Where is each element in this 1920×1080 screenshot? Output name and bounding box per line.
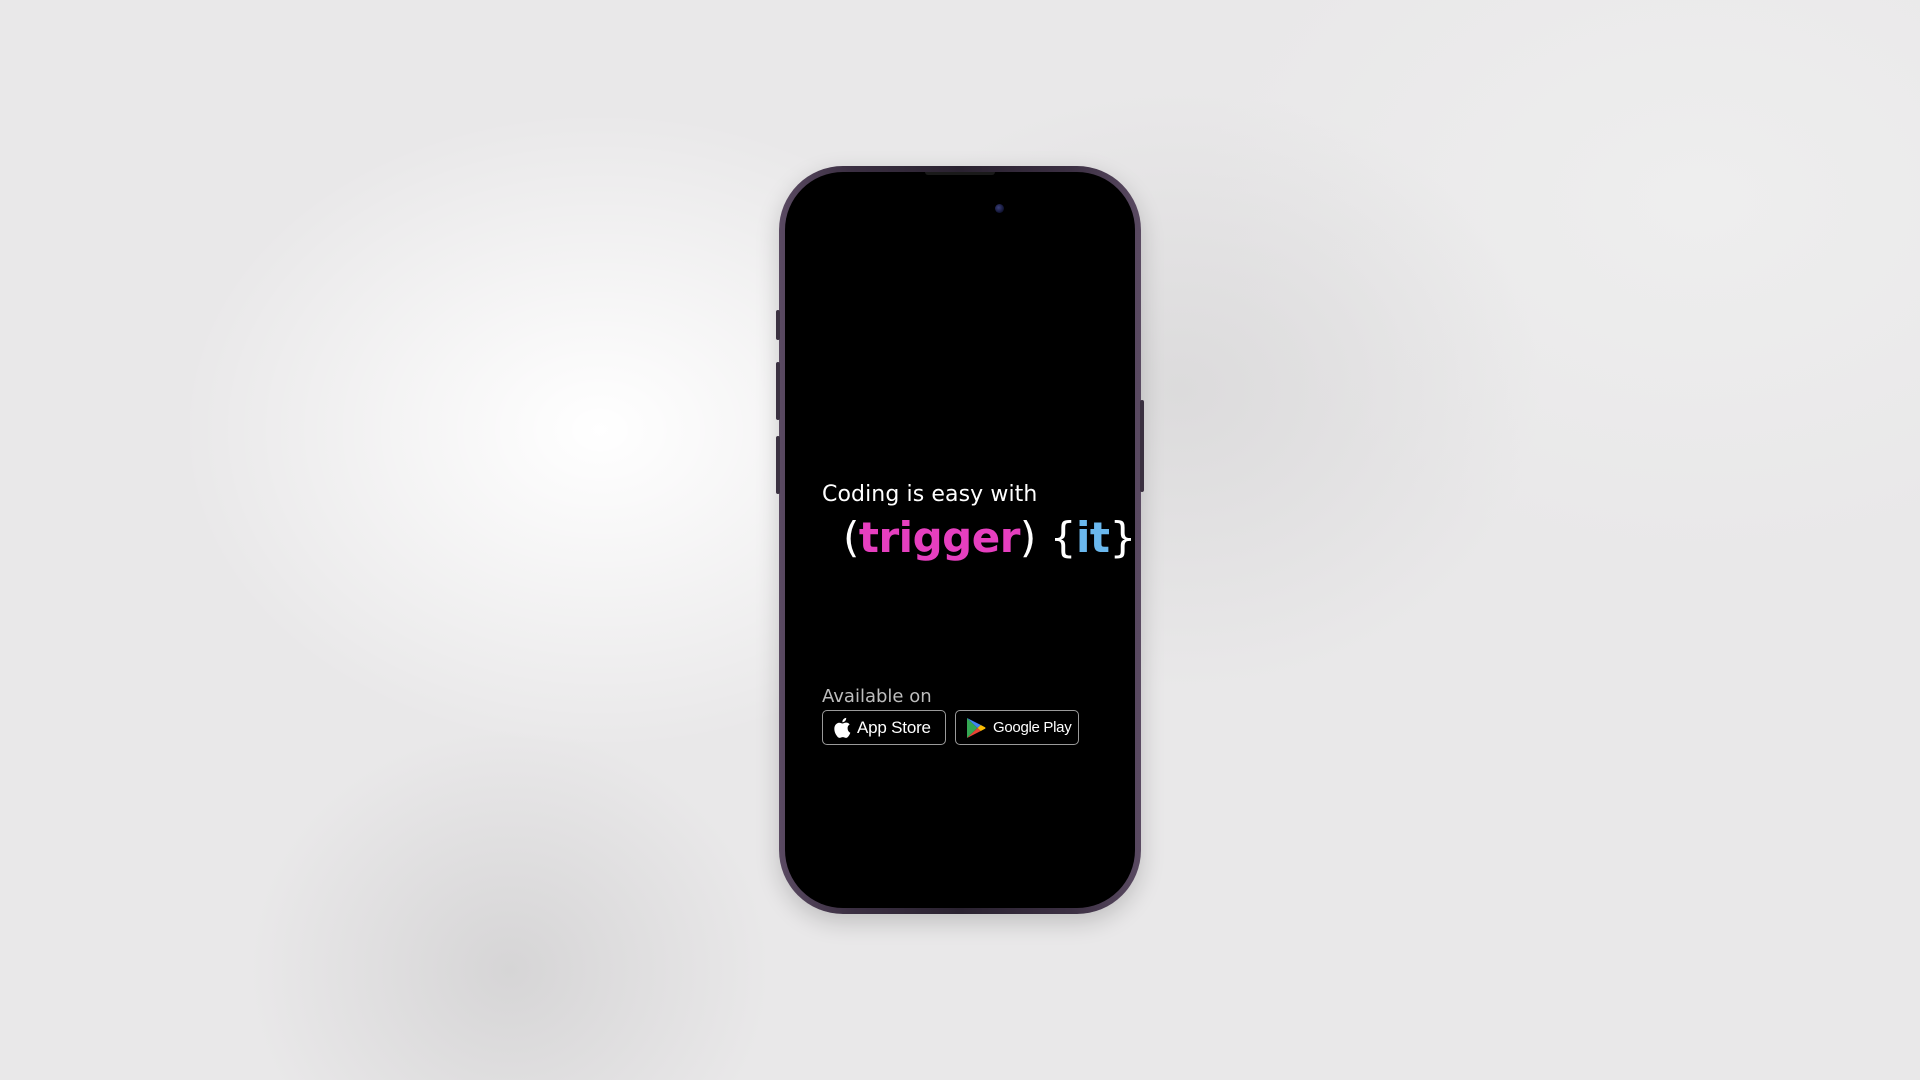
logo-close-brace: } <box>1109 513 1135 562</box>
headline: Coding is easy with <box>822 482 1038 507</box>
logo-open-paren: ( <box>843 513 859 562</box>
phone-screen: Coding is easy with (trigger) {it} Availa… <box>785 172 1135 908</box>
logo-close-paren: ) <box>1019 513 1036 562</box>
available-on-label: Available on <box>822 686 932 707</box>
phone-volume-down-button <box>776 436 780 494</box>
google-play-button[interactable]: Google Play <box>955 710 1079 745</box>
front-camera <box>995 204 1004 213</box>
phone-power-button <box>1140 400 1144 492</box>
app-store-label: App Store <box>857 717 931 737</box>
phone-volume-up-button <box>776 362 780 420</box>
speaker-slit <box>925 172 995 175</box>
app-store-button[interactable]: App Store <box>822 710 946 745</box>
logo-word-trigger: trigger <box>858 513 1021 562</box>
logo-word-it: it <box>1076 513 1110 562</box>
trigger-it-logo: (trigger) {it} <box>843 510 1135 566</box>
google-play-label: Google Play <box>993 719 1072 736</box>
apple-icon <box>833 717 851 738</box>
logo-open-brace: { <box>1049 513 1077 562</box>
google-play-icon <box>966 717 986 739</box>
phone-action-button <box>776 310 780 340</box>
